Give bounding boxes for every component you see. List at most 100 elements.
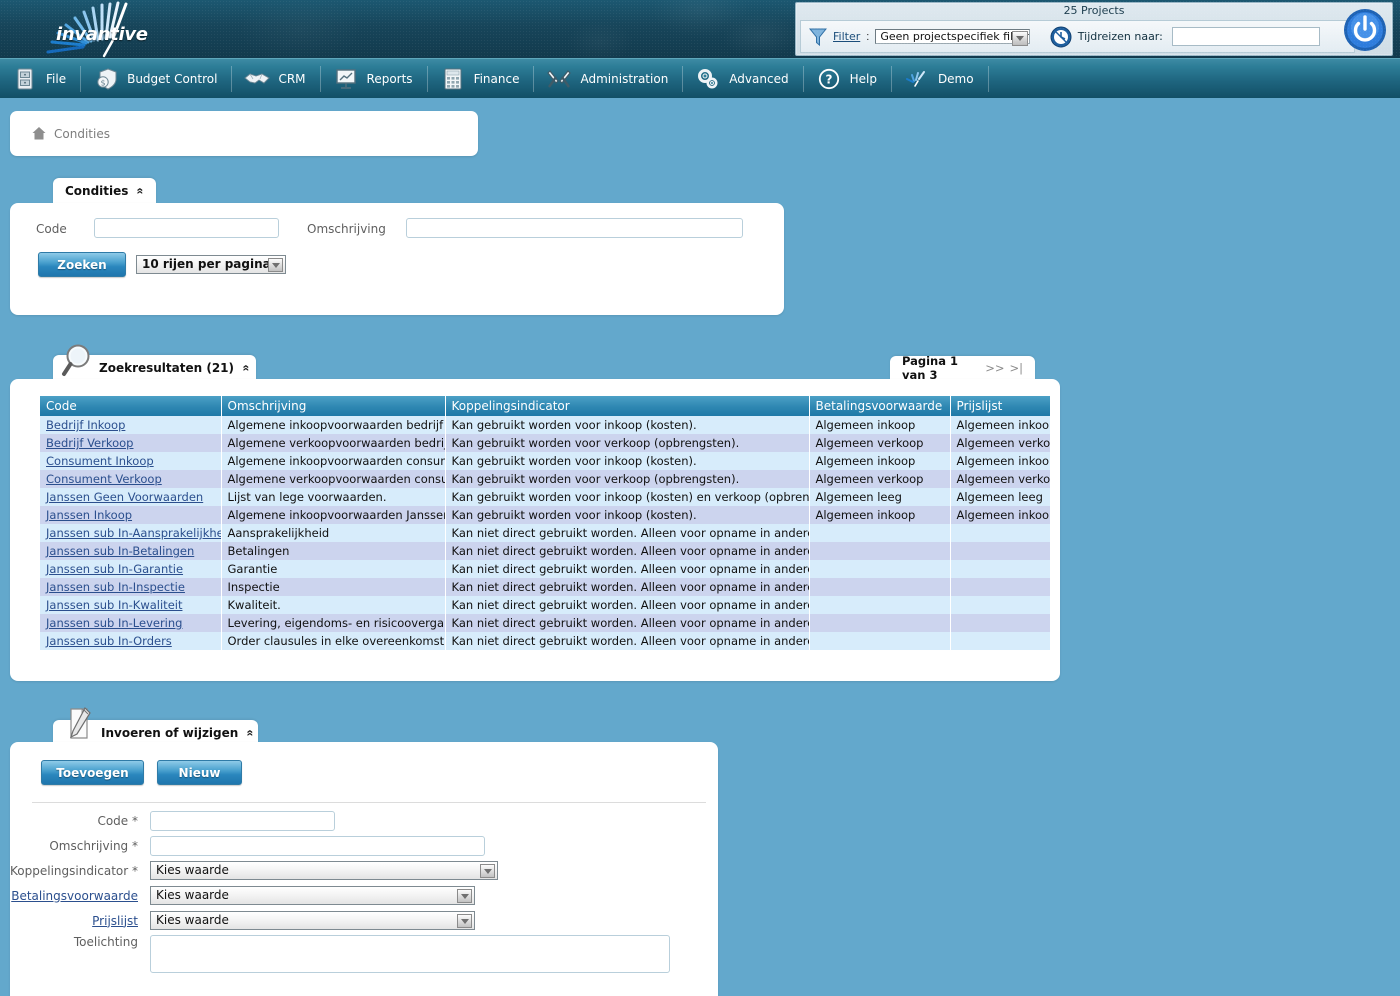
row-code-link[interactable]: Janssen sub In-Kwaliteit — [46, 598, 182, 612]
column-header-betalingsvoorwaarde[interactable]: Betalingsvoorwaarde — [809, 396, 951, 416]
chevron-down-icon[interactable] — [457, 889, 472, 903]
form-row-betalingsvoorwaarde: Betalingsvoorwaarde Kies waarde — [10, 885, 718, 906]
menu-item-crm[interactable]: CRM — [232, 59, 319, 99]
pagination-last-button[interactable]: >| — [1009, 361, 1023, 375]
row-code-link[interactable]: Janssen Geen Voorwaarden — [46, 490, 203, 504]
table-cell: Algemene inkoopvoorwaarden consument — [221, 452, 446, 470]
row-code-link[interactable]: Consument Inkoop — [46, 454, 154, 468]
table-cell: Algemeen verkoop — [950, 434, 1050, 452]
power-off-button[interactable] — [1342, 7, 1388, 53]
table-cell-code: Consument Verkoop — [40, 470, 222, 488]
main-menu-bar[interactable]: File $ Budget Control CRM Reports Financ… — [0, 58, 1400, 98]
row-code-link[interactable]: Consument Verkoop — [46, 472, 162, 486]
koppelingsindicator-label: Koppelingsindicator * — [10, 863, 139, 878]
table-cell: Order clausules in elke overeenkomst — [221, 632, 446, 650]
table-cell: Kan niet direct gebruikt worden. Alleen … — [445, 614, 810, 632]
funnel-filter-icon — [809, 28, 827, 46]
chevron-down-icon[interactable] — [268, 258, 283, 272]
menu-item-advanced[interactable]: Advanced — [683, 59, 802, 99]
toelichting-textarea[interactable] — [150, 935, 670, 973]
form-row-koppelingsindicator: Koppelingsindicator * Kies waarde — [10, 860, 718, 881]
menu-item-demo[interactable]: Demo — [892, 59, 988, 99]
chevron-down-icon[interactable] — [480, 864, 495, 878]
column-header-omschrijving[interactable]: Omschrijving — [221, 396, 446, 416]
invantive-mark-icon — [902, 66, 932, 92]
row-code-link[interactable]: Janssen sub In-Aansprakelijkheid — [46, 526, 220, 540]
chevron-down-icon[interactable] — [1011, 31, 1028, 46]
filter-link[interactable]: Filter — [833, 30, 860, 43]
menu-item-budget-control[interactable]: $ Budget Control — [81, 59, 231, 99]
column-header-prijslijst[interactable]: Prijslijst — [950, 396, 1050, 416]
table-cell: Algemene verkoopvoorwaarden bedrijf — [221, 434, 446, 452]
calculator-icon — [438, 66, 468, 92]
table-cell: Algemeen inkoop — [809, 506, 951, 524]
breadcrumb[interactable]: Condities — [10, 111, 478, 156]
rows-per-page-select[interactable]: 10 rijen per pagina — [136, 255, 286, 274]
table-cell: Algemeen verkoop — [809, 470, 951, 488]
omschrijving-field-label: Omschrijving — [307, 222, 386, 236]
chevron-up-icon[interactable]: « — [239, 365, 253, 372]
koppelingsindicator-select[interactable]: Kies waarde — [150, 861, 498, 880]
chevron-up-icon[interactable]: « — [244, 730, 258, 737]
table-row: Janssen sub In-Kwaliteit Kwaliteit. Kan ni… — [40, 596, 1050, 614]
tab-condities[interactable]: Condities « — [53, 178, 156, 204]
chevron-down-icon[interactable] — [457, 914, 472, 928]
magnifier-icon — [62, 344, 90, 376]
form-row-code: Code * — [10, 810, 718, 831]
table-row: Janssen Geen Voorwaarden Lijst van lege v… — [40, 488, 1050, 506]
table-cell — [809, 596, 951, 614]
table-cell-code: Consument Inkoop — [40, 452, 222, 470]
betalingsvoorwaarde-label[interactable]: Betalingsvoorwaarde — [10, 889, 150, 903]
presentation-chart-icon — [331, 66, 361, 92]
search-button[interactable]: Zoeken — [38, 252, 126, 277]
add-button[interactable]: Toevoegen — [41, 760, 144, 785]
prijslijst-label[interactable]: Prijslijst — [10, 914, 150, 928]
code-input[interactable] — [150, 810, 335, 831]
table-cell — [809, 542, 951, 560]
tab-zoekresultaten-label: Zoekresultaten (21) — [99, 361, 235, 375]
pagination[interactable]: Pagina 1 van 3 >> >| — [890, 354, 1035, 382]
project-filter-select[interactable]: Geen projectspecifiek filter — [875, 28, 1030, 46]
table-cell: Algemene verkoopvoorwaarden consument — [221, 470, 446, 488]
code-search-input[interactable] — [94, 218, 279, 238]
menu-item-file[interactable]: File — [0, 59, 80, 99]
logo-wordmark: invantive — [56, 24, 148, 45]
row-code-link[interactable]: Janssen sub In-Betalingen — [46, 544, 194, 558]
omschrijving-label: Omschrijving * — [49, 838, 138, 853]
results-panel: Code Omschrijving Koppelingsindicator Be… — [10, 379, 1060, 681]
row-code-link[interactable]: Bedrijf Verkoop — [46, 436, 134, 450]
row-code-link[interactable]: Janssen Inkoop — [46, 508, 132, 522]
row-code-link[interactable]: Janssen sub In-Inspectie — [46, 580, 185, 594]
new-button[interactable]: Nieuw — [157, 760, 242, 785]
pagination-next-button[interactable]: >> — [985, 361, 1004, 375]
question-mark-icon: ? — [814, 66, 844, 92]
prijslijst-select[interactable]: Kies waarde — [150, 911, 475, 930]
menu-item-finance[interactable]: Finance — [428, 59, 534, 99]
table-header-row: Code Omschrijving Koppelingsindicator Be… — [40, 396, 1050, 416]
menu-item-help-label: Help — [849, 71, 877, 86]
omschrijving-search-input[interactable] — [406, 218, 743, 238]
omschrijving-input[interactable] — [150, 835, 485, 856]
row-code-link[interactable]: Bedrijf Inkoop — [46, 418, 125, 432]
row-code-link[interactable]: Janssen sub In-Orders — [46, 634, 172, 648]
code-label: Code * — [97, 813, 138, 828]
time-travel-input[interactable] — [1171, 27, 1320, 46]
time-travel-clock-icon[interactable] — [1050, 26, 1072, 48]
tab-zoekresultaten[interactable]: Zoekresultaten (21) « — [53, 344, 256, 381]
column-header-code[interactable]: Code — [40, 396, 222, 416]
betalingsvoorwaarde-select[interactable]: Kies waarde — [150, 886, 475, 905]
form-row-prijslijst: Prijslijst Kies waarde — [10, 910, 718, 931]
row-code-link[interactable]: Janssen sub In-Garantie — [46, 562, 183, 576]
column-header-koppelingsindicator[interactable]: Koppelingsindicator — [445, 396, 810, 416]
menu-item-administration-label: Administration — [580, 71, 669, 86]
table-cell: Levering, eigendoms- en risicoovergang — [221, 614, 446, 632]
table-cell-code: Janssen sub In-Inspectie — [40, 578, 222, 596]
chevron-up-icon[interactable]: « — [134, 188, 148, 195]
menu-item-reports[interactable]: Reports — [321, 59, 427, 99]
table-cell: Algemeen inkoop — [809, 452, 951, 470]
row-code-link[interactable]: Janssen sub In-Levering — [46, 616, 182, 630]
rows-per-page-value: 10 rijen per pagina — [142, 257, 271, 271]
search-panel: Code Omschrijving Zoeken 10 rijen per pa… — [10, 203, 784, 315]
menu-item-administration[interactable]: Administration — [534, 59, 682, 99]
menu-item-help[interactable]: ? Help — [804, 59, 891, 99]
